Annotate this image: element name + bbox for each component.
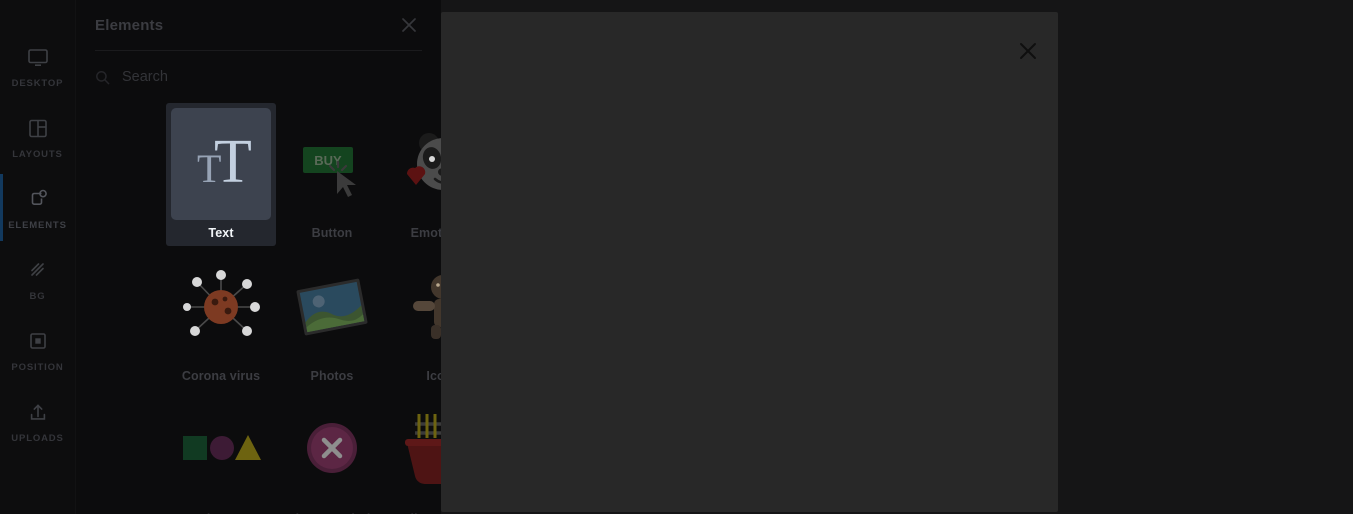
rail-label-desktop: DESKTOP xyxy=(11,77,64,89)
panel-title: Elements xyxy=(95,16,164,34)
rail-label-position: POSITION xyxy=(11,361,64,373)
svg-text:T: T xyxy=(214,128,252,196)
rail-item-bg[interactable]: BG xyxy=(0,243,76,314)
element-thumb xyxy=(171,251,271,363)
element-label: Corona virus xyxy=(181,369,261,383)
element-card-close-symbols[interactable]: Close Symbols xyxy=(277,389,387,514)
element-thumb: T T xyxy=(171,108,271,220)
desktop-monitor-icon xyxy=(24,43,52,71)
left-tool-rail: DESKTOP LAYOUTS ELEMENTS BG POSITION UPL… xyxy=(0,0,76,514)
elements-shapes-icon xyxy=(24,185,52,213)
circled-x-icon xyxy=(307,423,357,473)
element-thumb xyxy=(393,108,441,220)
text-serif-t-icon: T T xyxy=(197,128,252,196)
element-label: Emoticons xyxy=(410,226,441,240)
close-icon[interactable] xyxy=(1016,39,1040,63)
element-label: Text xyxy=(208,226,234,240)
element-thumb: BUY xyxy=(282,108,382,220)
upload-arrow-icon xyxy=(24,398,52,426)
position-square-icon xyxy=(24,327,52,355)
element-card-emoticons[interactable]: Emoticons xyxy=(388,103,441,246)
element-thumb xyxy=(282,394,382,506)
element-card-illustrations[interactable]: Illustrations xyxy=(388,389,441,514)
landscape-photo-icon xyxy=(296,278,368,336)
rail-item-elements[interactable]: ELEMENTS xyxy=(0,172,76,243)
search-bar[interactable] xyxy=(76,51,441,103)
rail-label-uploads: UPLOADS xyxy=(11,432,64,444)
ramen-bowl-icon xyxy=(405,414,441,485)
gingerbread-person-icon xyxy=(413,275,441,339)
rail-label-layouts: LAYOUTS xyxy=(12,148,63,160)
rail-item-uploads[interactable]: UPLOADS xyxy=(0,385,76,456)
element-label: Button xyxy=(311,226,353,240)
element-thumb xyxy=(393,394,441,506)
element-thumb xyxy=(393,251,441,363)
rail-label-elements: ELEMENTS xyxy=(8,219,67,231)
element-card-shapes[interactable]: Shapes xyxy=(166,389,276,514)
element-label: Photos xyxy=(310,369,354,383)
panel-header: Elements xyxy=(76,0,441,50)
element-card-text[interactable]: T T Text xyxy=(166,103,276,246)
rail-item-layouts[interactable]: LAYOUTS xyxy=(0,101,76,172)
modal-dialog xyxy=(441,12,1058,512)
search-input[interactable] xyxy=(122,69,422,85)
element-thumb xyxy=(171,394,271,506)
rail-item-position[interactable]: POSITION xyxy=(0,314,76,385)
virus-network-icon xyxy=(183,270,260,336)
element-card-icons[interactable]: Icons xyxy=(388,246,441,389)
elements-grid: T T Text BUY Button Emot Corona virus Ph… xyxy=(166,103,441,514)
element-label: Icons xyxy=(426,369,441,383)
element-card-button[interactable]: BUY Button xyxy=(277,103,387,246)
close-icon[interactable] xyxy=(398,14,420,36)
elements-panel: Elements T xyxy=(76,0,441,514)
buy-button-cursor-icon: BUY xyxy=(303,147,356,197)
layout-grid-icon xyxy=(24,114,52,142)
element-card-photos[interactable]: Photos xyxy=(277,246,387,389)
diagonal-lines-icon xyxy=(24,256,52,284)
rail-label-bg: BG xyxy=(29,290,46,302)
element-card-corona-virus[interactable]: Corona virus xyxy=(166,246,276,389)
rail-item-desktop[interactable]: DESKTOP xyxy=(0,30,76,101)
element-thumb xyxy=(282,251,382,363)
app-root: DESKTOP LAYOUTS ELEMENTS BG POSITION UPL… xyxy=(0,0,1353,514)
panda-hearts-icon xyxy=(406,133,441,190)
search-icon xyxy=(95,70,110,85)
square-circle-triangle-icon xyxy=(183,435,261,460)
